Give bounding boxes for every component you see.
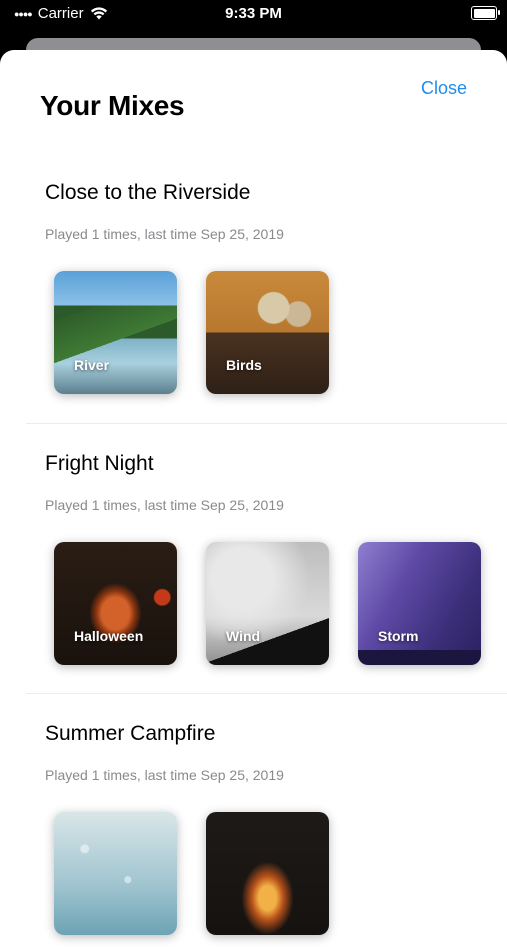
sound-label: Birds xyxy=(226,357,262,373)
sound-tile-halloween[interactable]: Halloween xyxy=(54,542,177,665)
page-title: Your Mixes xyxy=(40,90,185,121)
sound-tile-wind[interactable]: Wind xyxy=(206,542,329,665)
mix-title[interactable]: Fright Night xyxy=(45,452,154,476)
sound-tiles: Halloween Wind Storm xyxy=(54,542,481,665)
sound-tiles: River Birds xyxy=(54,271,329,394)
divider xyxy=(26,693,507,694)
sound-tile-storm[interactable]: Storm xyxy=(358,542,481,665)
mix-title[interactable]: Close to the Riverside xyxy=(45,181,250,205)
mixes-sheet: Close Your Mixes Close to the Riverside … xyxy=(0,50,507,950)
close-button[interactable]: Close xyxy=(421,78,467,99)
sound-label: River xyxy=(74,357,110,373)
status-time: 9:33 PM xyxy=(225,5,282,22)
sound-label: Halloween xyxy=(74,628,144,644)
mix-play-info: Played 1 times, last time Sep 25, 2019 xyxy=(45,226,284,242)
sound-label: Storm xyxy=(378,628,419,644)
divider xyxy=(26,423,507,424)
sound-label: Wind xyxy=(226,628,261,644)
mix-play-info: Played 1 times, last time Sep 25, 2019 xyxy=(45,767,284,783)
battery-icon xyxy=(471,6,500,20)
sound-tile-river[interactable]: River xyxy=(54,271,177,394)
sound-tile-birds[interactable]: Birds xyxy=(206,271,329,394)
mix-play-info: Played 1 times, last time Sep 25, 2019 xyxy=(45,497,284,513)
sound-tile-campfire[interactable] xyxy=(206,812,329,935)
sound-tiles xyxy=(54,812,329,935)
mix-title[interactable]: Summer Campfire xyxy=(45,722,215,746)
sound-tile-rain[interactable] xyxy=(54,812,177,935)
status-bar: ●●●● Carrier 9:33 PM xyxy=(0,0,507,28)
